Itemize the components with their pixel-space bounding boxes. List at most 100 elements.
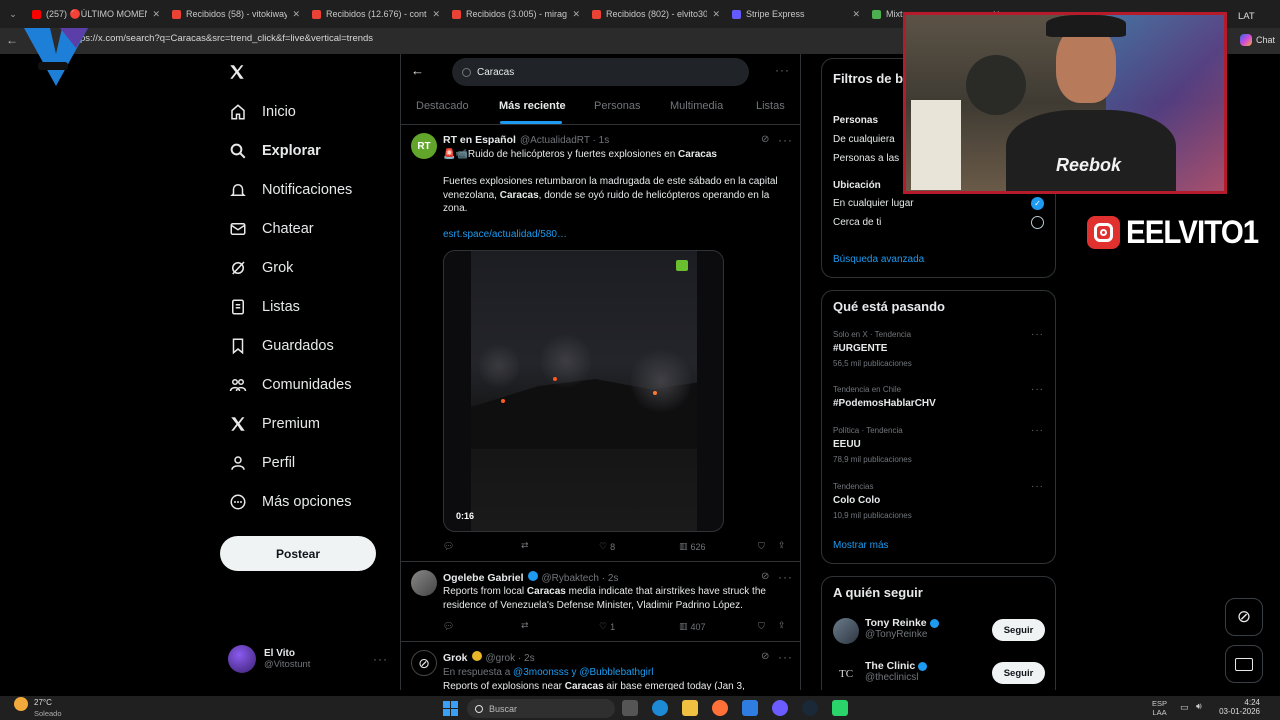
search-input[interactable]: Caracas <box>452 58 749 86</box>
reply-users[interactable]: @3moonsss y @Bubblebathgirl <box>513 667 653 678</box>
video-player[interactable]: 0:16 <box>443 250 724 532</box>
radio-unchecked-icon[interactable] <box>1031 216 1044 229</box>
tweet-more-icon[interactable]: ··· <box>778 650 793 664</box>
filter-option[interactable]: Cerca de ti <box>833 217 881 228</box>
tweet-more-icon[interactable]: ··· <box>778 570 793 584</box>
x-logo-icon[interactable] <box>228 63 246 81</box>
nav-item-guardados[interactable]: Guardados <box>228 326 398 365</box>
nav-item-inicio[interactable]: Inicio <box>228 92 398 131</box>
firefox-icon[interactable] <box>712 700 728 716</box>
nav-item-grok[interactable]: Grok <box>228 248 398 287</box>
follow-button[interactable]: Seguir <box>992 662 1045 684</box>
grok-icon[interactable]: ⊘ <box>761 571 769 582</box>
tab-listas[interactable]: Listas <box>756 100 785 112</box>
bookmark-icon[interactable]: ⛉ <box>758 541 765 552</box>
close-tab-icon[interactable]: ✕ <box>852 9 860 20</box>
browser-tab[interactable]: Recibidos (3.005) - miragem ✕ <box>446 3 586 25</box>
app-icon[interactable] <box>832 700 848 716</box>
trend-more-icon[interactable]: ··· <box>1031 425 1044 436</box>
volume-icon[interactable]: 🔊︎ <box>1196 701 1202 712</box>
views-button[interactable]: ▥ 407 <box>679 621 706 632</box>
author-handle[interactable]: @grok · 2s <box>486 653 535 664</box>
store-icon[interactable] <box>742 700 758 716</box>
nav-item-m-s-opciones[interactable]: Más opciones <box>228 482 398 521</box>
the-clinic-avatar[interactable]: TC <box>833 661 859 687</box>
tab-destacado[interactable]: Destacado <box>416 100 469 112</box>
author-name[interactable]: RT en Español <box>443 134 516 146</box>
close-tab-icon[interactable]: ✕ <box>152 9 160 20</box>
trend-more-icon[interactable]: ··· <box>1031 329 1044 340</box>
discord-icon[interactable] <box>772 700 788 716</box>
clock[interactable]: 4:24 03-01-2026 <box>1215 698 1260 716</box>
bookmark-icon[interactable]: ⛉ <box>758 621 765 632</box>
back-arrow-icon[interactable]: ← <box>411 63 424 78</box>
close-tab-icon[interactable]: ✕ <box>292 9 300 20</box>
views-button[interactable]: ▥ 626 <box>679 541 706 552</box>
tab-list-chevron-icon[interactable]: ⌄ <box>0 9 26 20</box>
grok-float-icon[interactable]: ⊘ <box>1225 598 1263 636</box>
avatar[interactable] <box>411 570 437 596</box>
tweet-more-icon[interactable]: ··· <box>778 133 793 147</box>
author-name[interactable]: Ogelebe Gabriel <box>443 572 524 584</box>
browser-tab[interactable]: Recibidos (12.676) - contact ✕ <box>306 3 446 25</box>
nav-item-notificaciones[interactable]: Notificaciones <box>228 170 398 209</box>
rt-avatar[interactable]: RT <box>411 133 437 159</box>
repost-icon[interactable]: ⇄ <box>521 620 529 631</box>
tab-más-reciente[interactable]: Más reciente <box>499 100 566 112</box>
nav-item-listas[interactable]: Listas <box>228 287 398 326</box>
taskbar-search[interactable]: Buscar <box>467 699 615 718</box>
author-handle[interactable]: @Rybaktech · 2s <box>542 573 619 584</box>
browser-tab[interactable]: Recibidos (58) - vitokiway@ ✕ <box>166 3 306 25</box>
filter-option[interactable]: Personas a las <box>833 153 899 164</box>
nav-item-premium[interactable]: Premium <box>228 404 398 443</box>
search-options-icon[interactable]: ··· <box>775 63 790 77</box>
close-tab-icon[interactable]: ✕ <box>432 9 440 20</box>
account-switcher[interactable]: El Vito @Vitostunt ··· <box>228 645 388 673</box>
windows-start-icon[interactable] <box>443 701 458 716</box>
suggestion-name[interactable]: The Clinic <box>865 660 915 672</box>
arrow-left-icon[interactable]: ← <box>6 33 18 47</box>
grok-icon[interactable]: ⊘ <box>761 651 769 662</box>
messages-float-icon[interactable] <box>1225 645 1263 683</box>
nav-item-comunidades[interactable]: Comunidades <box>228 365 398 404</box>
edge-icon[interactable] <box>652 700 668 716</box>
close-tab-icon[interactable]: ✕ <box>712 9 720 20</box>
radio-checked-icon[interactable]: ✓ <box>1031 197 1044 210</box>
tab-personas[interactable]: Personas <box>594 100 640 112</box>
grok-icon[interactable]: ⊘ <box>761 134 769 145</box>
author-handle[interactable]: @ActualidadRT · 1s <box>520 135 609 146</box>
trend-more-icon[interactable]: ··· <box>1031 481 1044 492</box>
trend-more-icon[interactable]: ··· <box>1031 384 1044 395</box>
browser-tab[interactable]: Recibidos (802) - elvito3001 ✕ <box>586 3 726 25</box>
share-icon[interactable]: ⇪ <box>778 540 786 551</box>
more-horizontal-icon[interactable]: ··· <box>373 652 388 666</box>
nav-item-perfil[interactable]: Perfil <box>228 443 398 482</box>
suggestion-name[interactable]: Tony Reinke <box>865 617 927 629</box>
grok-avatar[interactable]: ⊘ <box>411 650 437 676</box>
tweet-link[interactable]: esrt.space/actualidad/580… <box>443 229 567 240</box>
task-view-icon[interactable] <box>622 700 638 716</box>
browser-tab[interactable]: (257) 🔴ÚLTIMO MOMENTO ✕ <box>26 3 166 25</box>
advanced-search-link[interactable]: Búsqueda avanzada <box>833 254 924 265</box>
repost-icon[interactable]: ⇄ <box>521 540 529 551</box>
share-icon[interactable]: ⇪ <box>778 620 786 631</box>
show-more-link[interactable]: Mostrar más <box>833 540 889 551</box>
tab-multimedia[interactable]: Multimedia <box>670 100 723 112</box>
file-explorer-icon[interactable] <box>682 700 698 716</box>
browser-tab[interactable]: Stripe Express ✕ <box>726 3 866 25</box>
reply-icon[interactable]: 💬︎ <box>443 541 454 552</box>
follow-button[interactable]: Seguir <box>992 619 1045 641</box>
close-tab-icon[interactable]: ✕ <box>572 9 580 20</box>
reply-icon[interactable]: 💬︎ <box>443 621 454 632</box>
filter-option[interactable]: De cualquiera <box>833 134 895 145</box>
nav-item-explorar[interactable]: Explorar <box>228 131 398 170</box>
input-language[interactable]: ESP LAA <box>1152 699 1167 717</box>
network-icon[interactable]: ▭ <box>1180 702 1189 713</box>
like-button[interactable]: ♡ 1 <box>599 621 615 632</box>
avatar[interactable] <box>833 618 859 644</box>
nav-item-chatear[interactable]: Chatear <box>228 209 398 248</box>
like-button[interactable]: ♡ 8 <box>599 541 615 552</box>
filter-option[interactable]: En cualquier lugar <box>833 198 914 209</box>
steam-icon[interactable] <box>802 700 818 716</box>
assistant-button[interactable]: Chat <box>1240 34 1275 46</box>
